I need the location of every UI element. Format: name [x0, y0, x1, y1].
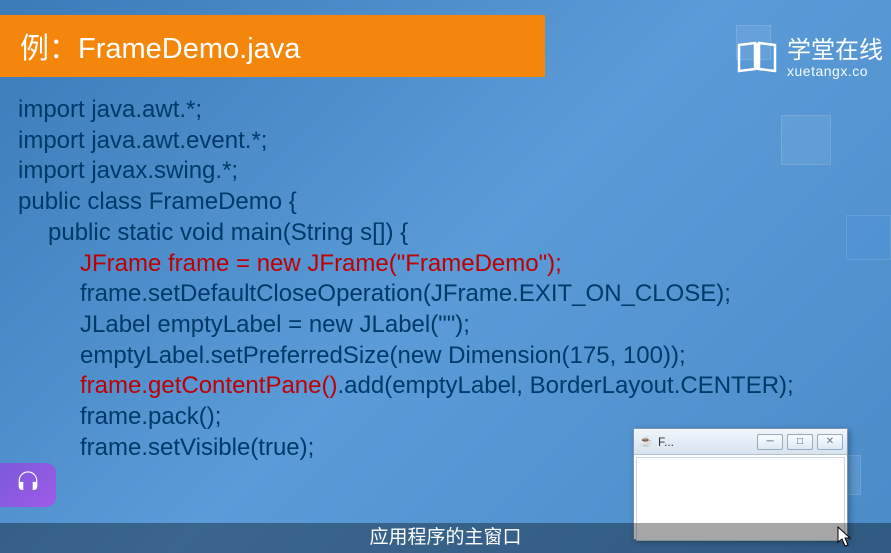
book-icon [735, 37, 779, 80]
code-line: JLabel emptyLabel = new JLabel(""); [18, 310, 891, 341]
window-title: F... [658, 435, 674, 449]
headset-icon [14, 469, 42, 502]
code-line: JFrame frame = new JFrame("FrameDemo"); [18, 249, 891, 280]
support-button[interactable] [0, 463, 56, 507]
window-titlebar[interactable]: ☕ F... ─ □ ✕ [634, 429, 847, 455]
logo-text-cn: 学堂在线 [787, 38, 883, 64]
code-line: import java.awt.event.*; [18, 126, 891, 157]
code-line: frame.getContentPane().add(emptyLabel, B… [18, 371, 891, 402]
code-line: public class FrameDemo { [18, 187, 891, 218]
code-line: import javax.swing.*; [18, 156, 891, 187]
xuetangx-logo: 学堂在线 xuetangx.co [735, 37, 883, 80]
code-line: emptyLabel.setPreferredSize(new Dimensio… [18, 341, 891, 372]
java-icon: ☕ [638, 434, 654, 450]
minimize-button[interactable]: ─ [757, 434, 783, 450]
code-line: public static void main(String s[]) { [18, 218, 891, 249]
maximize-button[interactable]: □ [787, 434, 813, 450]
code-line: frame.setDefaultCloseOperation(JFrame.EX… [18, 279, 891, 310]
close-button[interactable]: ✕ [817, 434, 843, 450]
logo-text-en: xuetangx.co [787, 64, 883, 79]
video-caption: 应用程序的主窗口 [0, 523, 891, 553]
slide-title: 例：FrameDemo.java [0, 15, 545, 77]
code-line: import java.awt.*; [18, 95, 891, 126]
